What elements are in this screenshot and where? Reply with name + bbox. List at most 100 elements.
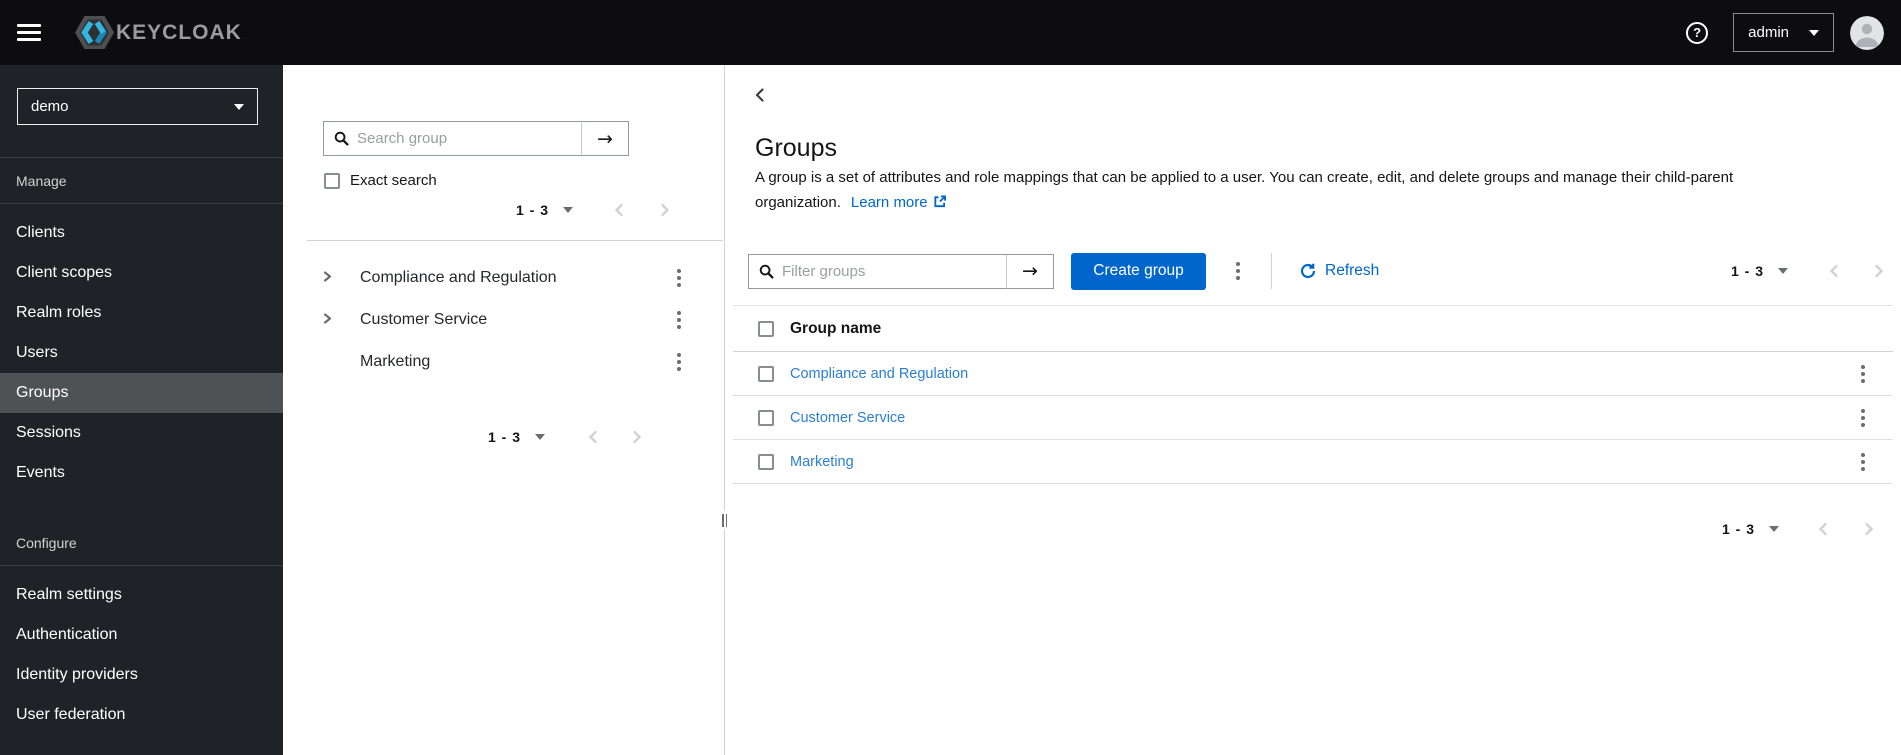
sidebar-item-events[interactable]: Events xyxy=(0,453,283,493)
refresh-label: Refresh xyxy=(1325,262,1380,279)
row-kebab-menu-button[interactable] xyxy=(1857,405,1869,431)
tree-item-label[interactable]: Customer Service xyxy=(360,311,487,329)
chevron-down-icon xyxy=(234,103,244,110)
masthead: KEYCLOAK ? admin xyxy=(0,0,1901,65)
filter-groups-input-wrap xyxy=(748,253,1007,289)
tree-pagination-top: 1 - 3 xyxy=(516,202,671,218)
sidebar-item-realm-roles[interactable]: Realm roles xyxy=(0,293,283,333)
kebab-menu-button[interactable] xyxy=(673,265,685,291)
pagination-options-toggle[interactable] xyxy=(535,434,546,440)
expand-chevron-icon[interactable] xyxy=(322,311,333,329)
group-tree: Compliance and Regulation Customer Servi… xyxy=(283,257,723,383)
group-link[interactable]: Marketing xyxy=(790,454,854,470)
group-search-input-wrap xyxy=(323,121,582,156)
select-all-checkbox[interactable] xyxy=(758,320,774,337)
pagination-next-button[interactable] xyxy=(1863,522,1875,536)
pagination-prev-button[interactable] xyxy=(1828,264,1840,278)
kebab-menu-button[interactable] xyxy=(673,307,685,333)
pagination-range: 1 - 3 xyxy=(516,202,550,218)
group-tree-panel: → Exact search 1 - 3 Compliance and Regu… xyxy=(283,65,723,755)
divider xyxy=(307,240,723,241)
toolbar-kebab-menu-button[interactable] xyxy=(1232,258,1244,284)
pagination-options-toggle[interactable] xyxy=(1769,526,1779,532)
sidebar-item-user-federation[interactable]: User federation xyxy=(0,695,283,735)
sidebar-item-users[interactable]: Users xyxy=(0,333,283,373)
arrow-right-icon: → xyxy=(1022,260,1038,282)
table-pagination-top: 1 - 3 xyxy=(1731,263,1885,279)
page-description: A group is a set of attributes and role … xyxy=(755,169,1734,212)
table-pagination-bottom: 1 - 3 xyxy=(1722,521,1875,537)
tree-item-customer-service: Customer Service xyxy=(283,299,723,341)
nav-section-configure: Configure xyxy=(0,520,283,566)
row-checkbox[interactable] xyxy=(758,365,774,382)
chevron-down-icon xyxy=(563,207,574,213)
user-menu-dropdown[interactable]: admin xyxy=(1733,13,1834,52)
avatar[interactable] xyxy=(1850,15,1884,50)
chevron-down-icon xyxy=(1778,268,1788,274)
help-button[interactable]: ? xyxy=(1686,21,1709,44)
tree-item-compliance-and-regulation: Compliance and Regulation xyxy=(283,257,723,299)
group-link[interactable]: Customer Service xyxy=(790,410,905,426)
row-kebab-menu-button[interactable] xyxy=(1857,449,1869,475)
pagination-range: 1 - 3 xyxy=(1730,263,1764,279)
group-search-input[interactable] xyxy=(357,130,571,147)
sidebar-item-groups[interactable]: Groups xyxy=(0,373,283,413)
page-title: Groups xyxy=(755,134,837,162)
panel-divider xyxy=(724,65,725,755)
realm-name: demo xyxy=(31,98,69,115)
expand-chevron-icon[interactable] xyxy=(322,269,333,287)
group-search-submit-button[interactable]: → xyxy=(581,121,629,156)
username: admin xyxy=(1748,24,1789,41)
groups-table: Group name Compliance and Regulation Cus… xyxy=(733,305,1893,484)
tree-item-label[interactable]: Marketing xyxy=(360,353,430,371)
pagination-next-button[interactable] xyxy=(631,430,643,444)
row-checkbox[interactable] xyxy=(758,409,774,426)
exact-search-label: Exact search xyxy=(350,172,437,189)
pagination-next-button[interactable] xyxy=(659,203,671,217)
row-kebab-menu-button[interactable] xyxy=(1857,361,1869,387)
pagination-range: 1 - 3 xyxy=(1721,521,1755,537)
row-checkbox[interactable] xyxy=(758,453,774,470)
pagination-next-button[interactable] xyxy=(1873,264,1885,278)
filter-groups-input[interactable] xyxy=(782,262,996,280)
table-row: Compliance and Regulation xyxy=(733,352,1893,396)
filter-groups-submit-button[interactable]: → xyxy=(1006,253,1054,289)
keycloak-logo: KEYCLOAK xyxy=(68,12,242,53)
external-link-icon xyxy=(933,195,946,212)
create-group-button[interactable]: Create group xyxy=(1071,252,1206,290)
pagination-prev-button[interactable] xyxy=(1817,522,1829,536)
group-link[interactable]: Compliance and Regulation xyxy=(790,366,968,382)
sidebar-nav: Manage Clients Client scopes Realm roles… xyxy=(0,157,283,735)
refresh-button[interactable]: Refresh xyxy=(1300,262,1379,280)
pagination-options-toggle[interactable] xyxy=(1778,268,1788,274)
table-header-row: Group name xyxy=(733,305,1893,352)
groups-main-panel: Groups A group is a set of attributes an… xyxy=(727,65,1901,755)
hamburger-menu-button[interactable] xyxy=(17,24,41,41)
search-icon xyxy=(334,131,349,146)
sidebar-item-sessions[interactable]: Sessions xyxy=(0,413,283,453)
collapse-panel-button[interactable] xyxy=(753,87,766,106)
pagination-prev-button[interactable] xyxy=(587,430,599,444)
tree-pagination-bottom: 1 - 3 xyxy=(488,429,643,445)
sidebar-item-identity-providers[interactable]: Identity providers xyxy=(0,655,283,695)
chevron-down-icon xyxy=(1769,526,1779,532)
arrow-right-icon: → xyxy=(597,127,613,150)
tree-item-label[interactable]: Compliance and Regulation xyxy=(360,269,557,287)
pagination-options-toggle[interactable] xyxy=(563,207,574,213)
kebab-menu-button[interactable] xyxy=(673,349,685,375)
keycloak-hexagon-icon xyxy=(68,12,115,53)
brand-text: KEYCLOAK xyxy=(116,20,242,44)
learn-more-link[interactable]: Learn more xyxy=(851,194,928,211)
sidebar-item-authentication[interactable]: Authentication xyxy=(0,615,283,655)
exact-search-checkbox[interactable] xyxy=(324,172,340,189)
pagination-range: 1 - 3 xyxy=(488,429,522,445)
table-row: Marketing xyxy=(733,440,1893,484)
tree-item-marketing: Marketing xyxy=(283,341,723,383)
sidebar-item-clients[interactable]: Clients xyxy=(0,213,283,253)
pagination-prev-button[interactable] xyxy=(613,203,625,217)
sidebar-item-realm-settings[interactable]: Realm settings xyxy=(0,575,283,615)
search-icon xyxy=(759,264,774,279)
realm-selector[interactable]: demo xyxy=(17,88,258,125)
sidebar-item-client-scopes[interactable]: Client scopes xyxy=(0,253,283,293)
refresh-icon xyxy=(1300,263,1316,279)
